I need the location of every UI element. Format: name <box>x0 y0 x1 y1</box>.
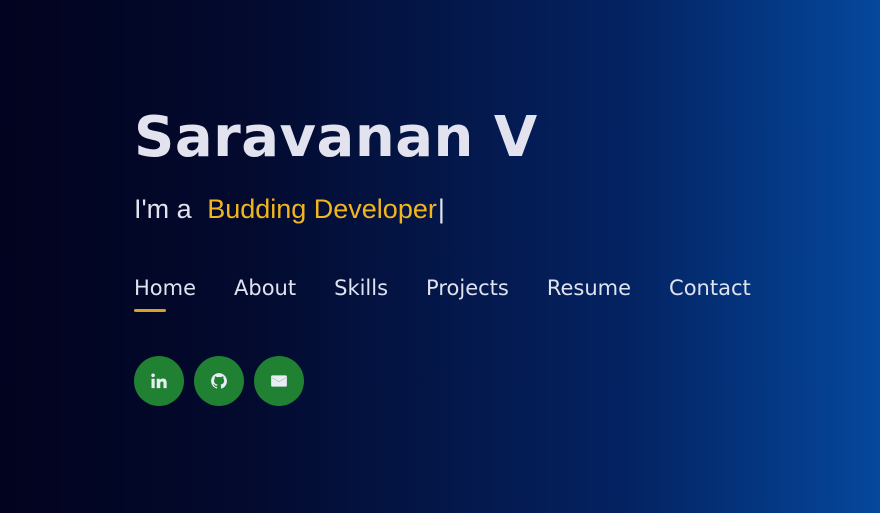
typed-role: Budding Developer <box>207 194 437 224</box>
nav-item-about[interactable]: About <box>234 272 296 312</box>
typing-cursor: | <box>437 194 445 224</box>
social-links <box>134 356 304 406</box>
linkedin-icon <box>150 372 168 390</box>
github-button[interactable] <box>194 356 244 406</box>
linkedin-button[interactable] <box>134 356 184 406</box>
nav-item-projects[interactable]: Projects <box>426 272 509 312</box>
mail-icon <box>270 372 288 390</box>
hero-tagline: I'm a Budding Developer| <box>134 192 854 226</box>
github-icon <box>210 372 228 390</box>
nav-item-home[interactable]: Home <box>134 272 196 312</box>
mail-button[interactable] <box>254 356 304 406</box>
nav-item-resume[interactable]: Resume <box>547 272 631 312</box>
tagline-prefix: I'm a <box>134 194 192 224</box>
main-nav: Home About Skills Projects Resume Contac… <box>134 272 751 312</box>
hero-name: Saravanan V <box>134 105 538 170</box>
nav-item-contact[interactable]: Contact <box>669 272 751 312</box>
nav-item-skills[interactable]: Skills <box>334 272 388 312</box>
hero-section: Saravanan V I'm a Budding Developer| <box>134 104 854 226</box>
